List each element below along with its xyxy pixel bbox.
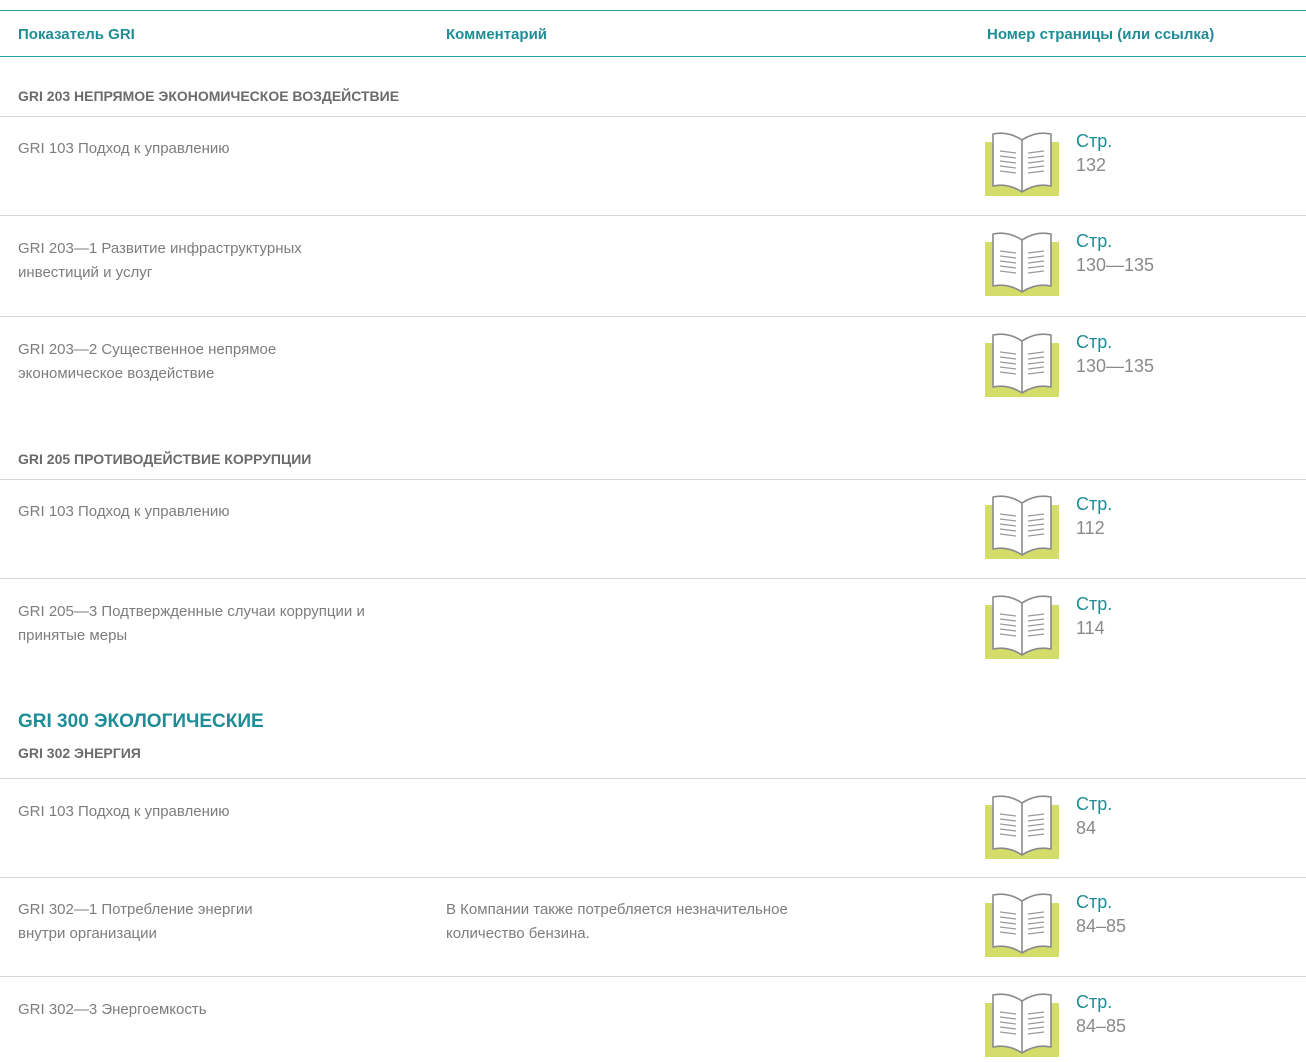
page-reference-link[interactable]: Стр. 130—135 [1076,330,1154,378]
page-reference-link[interactable]: Стр. 84–85 [1076,990,1126,1038]
indicator-text: GRI 302—1 Потребление энергии внутри орг… [18,901,253,942]
open-book-icon[interactable] [985,333,1059,397]
page-label: Стр. [1076,992,1113,1012]
section-title-gri-203: GRI 203 НЕПРЯМОЕ ЭКОНОМИЧЕСКОЕ ВОЗДЕЙСТВ… [18,88,400,104]
indicator-text: GRI 103 Подход к управлению [18,140,230,157]
page-number: 112 [1076,518,1105,538]
page-label: Стр. [1076,131,1113,151]
page-number: 84–85 [1076,916,1127,936]
open-book-icon[interactable] [985,495,1059,559]
open-book-icon[interactable] [985,132,1059,196]
row-divider [0,578,1306,579]
page-number: 84 [1076,818,1097,838]
section-title-gri-205: GRI 205 ПРОТИВОДЕЙСТВИЕ КОРРУПЦИИ [18,451,312,467]
page-number: 130—135 [1076,255,1155,275]
open-book-icon[interactable] [985,893,1059,957]
page-label: Стр. [1076,231,1113,251]
section-divider [0,778,1306,779]
comment-text: В Компании также потребляется незначител… [446,901,788,942]
page-label: Стр. [1076,494,1113,514]
row-divider [0,316,1306,317]
page-number: 132 [1076,155,1107,175]
open-book-icon[interactable] [985,795,1059,859]
page-reference-link[interactable]: Стр. 84 [1076,792,1112,840]
column-header-page: Номер страницы (или ссылка) [987,26,1215,43]
row-divider [0,877,1306,878]
page-reference-link[interactable]: Стр. 112 [1076,492,1112,540]
page-reference-link[interactable]: Стр. 132 [1076,129,1112,177]
indicator-text: GRI 302—3 Энергоемкость [18,1001,207,1018]
table-header: Показатель GRI Комментарий Номер страниц… [0,10,1306,57]
section-divider [0,479,1306,480]
indicator-text: GRI 203—2 Существенное непрямое экономич… [18,341,277,382]
row-divider [0,976,1306,977]
page-reference-link[interactable]: Стр. 84–85 [1076,890,1126,938]
major-section-title-gri-300: GRI 300 ЭКОЛОГИЧЕСКИЕ [18,711,264,732]
page-label: Стр. [1076,332,1113,352]
page-number: 84–85 [1076,1016,1127,1036]
indicator-text: GRI 103 Подход к управлению [18,803,230,820]
open-book-icon[interactable] [985,993,1059,1057]
page-label: Стр. [1076,594,1113,614]
indicator-text: GRI 205—3 Подтвержденные случаи коррупци… [18,603,365,644]
section-title-gri-302: GRI 302 ЭНЕРГИЯ [18,745,141,761]
column-header-indicator: Показатель GRI [18,26,135,43]
open-book-icon[interactable] [985,232,1059,296]
row-divider [0,215,1306,216]
page-label: Стр. [1076,892,1113,912]
column-header-comment: Комментарий [446,26,548,43]
indicator-text: GRI 203—1 Развитие инфраструктурных инве… [18,240,302,281]
page-number: 114 [1076,618,1105,638]
section-divider [0,116,1306,117]
page-reference-link[interactable]: Стр. 130—135 [1076,229,1154,277]
indicator-text: GRI 103 Подход к управлению [18,503,230,520]
open-book-icon[interactable] [985,595,1059,659]
page-reference-link[interactable]: Стр. 114 [1076,592,1112,640]
page-label: Стр. [1076,794,1113,814]
page-number: 130—135 [1076,356,1155,376]
